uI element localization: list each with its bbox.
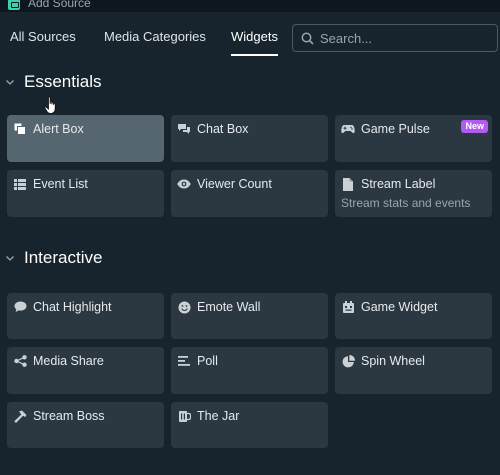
widget-tile-stream-boss[interactable]: Stream Boss: [7, 402, 164, 448]
widget-tile-emote-wall[interactable]: Emote Wall: [171, 293, 328, 339]
app-logo-icon: [8, 0, 20, 10]
share-icon: [13, 354, 27, 368]
widget-label: Game Pulse: [361, 122, 430, 136]
widget-tile-stream-label[interactable]: Stream Label Stream stats and events: [335, 170, 492, 217]
widget-tile-media-share[interactable]: Media Share: [7, 347, 164, 394]
widget-label: Media Share: [33, 354, 104, 368]
list-icon: [13, 177, 27, 191]
document-icon: [341, 177, 355, 191]
chat-highlight-icon: [13, 300, 27, 314]
widget-label: Poll: [197, 354, 218, 368]
widget-label: Event List: [33, 177, 88, 191]
gamepad-icon: [341, 122, 355, 136]
widget-tile-event-list[interactable]: Event List: [7, 170, 164, 217]
alert-box-icon: [13, 122, 27, 136]
section-header-essentials[interactable]: Essentials: [0, 70, 101, 94]
hammer-icon: [13, 409, 27, 423]
smiley-icon: [177, 300, 191, 314]
widget-tile-game-pulse[interactable]: Game Pulse New: [335, 115, 492, 162]
tab-widgets[interactable]: Widgets: [231, 12, 278, 62]
window-title: Add Source: [28, 0, 91, 10]
tab-media-categories[interactable]: Media Categories: [104, 12, 206, 62]
widget-label: Viewer Count: [197, 177, 272, 191]
widget-tile-the-jar[interactable]: The Jar: [171, 402, 328, 448]
jar-icon: [177, 409, 191, 423]
widget-label: Chat Highlight: [33, 300, 112, 314]
hand-cursor-icon: [44, 96, 56, 114]
search-box[interactable]: [292, 24, 498, 52]
widget-tile-alert-box[interactable]: Alert Box: [7, 115, 164, 162]
eye-icon: [177, 177, 191, 191]
chat-bubbles-icon: [177, 122, 191, 136]
widget-tile-chat-box[interactable]: Chat Box: [171, 115, 328, 162]
widget-label: Alert Box: [33, 122, 84, 136]
widget-tile-poll[interactable]: Poll: [171, 347, 328, 394]
section-title-interactive: Interactive: [24, 248, 103, 267]
widget-label: Stream Label: [361, 177, 436, 191]
title-bar: Add Source: [0, 0, 500, 12]
search-icon: [301, 32, 314, 45]
chevron-down-icon: [6, 256, 14, 261]
widget-label: Game Widget: [361, 300, 438, 314]
widget-description: Stream stats and events: [341, 196, 471, 210]
poll-icon: [177, 354, 191, 368]
widget-tile-spin-wheel[interactable]: Spin Wheel: [335, 347, 492, 394]
search-input[interactable]: [320, 30, 497, 46]
game-widget-icon: [341, 300, 355, 314]
tab-all-sources[interactable]: All Sources: [10, 12, 76, 62]
new-badge: New: [461, 120, 488, 133]
section-header-interactive[interactable]: Interactive: [0, 246, 102, 270]
section-title-essentials: Essentials: [24, 72, 102, 91]
widget-label: Emote Wall: [197, 300, 261, 314]
widget-tile-viewer-count[interactable]: Viewer Count: [171, 170, 328, 217]
pie-icon: [341, 354, 355, 368]
widget-label: Stream Boss: [33, 409, 105, 423]
chevron-down-icon: [6, 80, 14, 85]
tab-bar: All Sources Media Categories Widgets: [0, 12, 500, 62]
widget-label: Chat Box: [197, 122, 249, 136]
widget-label: The Jar: [197, 409, 240, 423]
widget-label: Spin Wheel: [361, 354, 425, 368]
widget-tile-chat-highlight[interactable]: Chat Highlight: [7, 293, 164, 339]
widget-tile-game-widget[interactable]: Game Widget: [335, 293, 492, 339]
